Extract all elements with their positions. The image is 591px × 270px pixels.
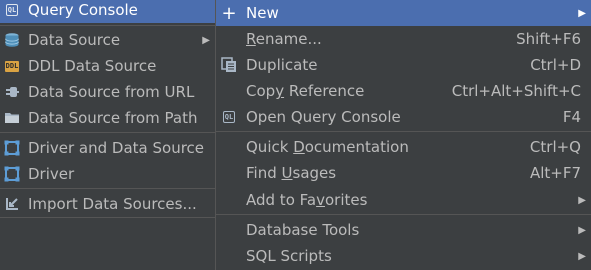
- menu-item-database-tools[interactable]: Database Tools ▶: [216, 217, 591, 243]
- menu-item-label: Find Usages: [246, 164, 337, 182]
- shortcut-label: Alt+F7: [529, 164, 581, 182]
- duplicate-icon: [219, 55, 239, 75]
- separator: [0, 25, 218, 26]
- database-icon: [2, 30, 22, 50]
- submenu-item-label: Driver: [28, 165, 75, 183]
- submenu-item-data-source-from-path[interactable]: Data Source from Path: [0, 105, 218, 131]
- submenu-item-label: Query Console: [28, 1, 138, 19]
- menu-item-sql-scripts[interactable]: SQL Scripts ▶: [216, 243, 591, 269]
- menu-item-duplicate[interactable]: Duplicate Ctrl+D: [216, 52, 591, 78]
- separator: [0, 132, 218, 133]
- submenu-item-label: Data Source from Path: [28, 109, 198, 127]
- shortcut-label: Ctrl+Q: [529, 138, 581, 156]
- separator: [216, 131, 591, 132]
- submenu-item-driver-and-data-source[interactable]: Driver and Data Source: [0, 135, 218, 161]
- menu-item-label: SQL Scripts: [246, 247, 332, 265]
- blank-icon: [219, 163, 239, 183]
- submenu-item-label: DDL Data Source: [28, 57, 157, 75]
- submenu-item-label: Import Data Sources...: [28, 195, 197, 213]
- menu-item-label: New: [246, 4, 279, 22]
- submenu-item-label: Data Source from URL: [28, 83, 195, 101]
- submenu-item-query-console[interactable]: QL Query Console: [0, 0, 218, 23]
- menu-item-label: Database Tools: [246, 221, 360, 239]
- menu-item-label: Duplicate: [246, 56, 318, 74]
- menu-item-label: Add to Favorites: [246, 191, 368, 209]
- submenu-item-driver[interactable]: Driver: [0, 161, 218, 187]
- chevron-right-icon: ▶: [578, 194, 586, 206]
- separator: [0, 188, 218, 189]
- query-console-icon: QL: [222, 111, 236, 123]
- submenu-item-data-source[interactable]: Data Source ▶: [0, 27, 218, 53]
- plus-icon: +: [221, 2, 237, 24]
- menu-item-new[interactable]: + New ▶: [216, 0, 591, 26]
- chevron-right-icon: ▶: [202, 34, 210, 46]
- chevron-right-icon: ▶: [578, 224, 586, 236]
- submenu-item-import-data-sources[interactable]: Import Data Sources...: [0, 191, 218, 217]
- folder-icon: [2, 108, 22, 128]
- blank-icon: [219, 29, 239, 49]
- blank-icon: [219, 246, 239, 266]
- submenu-item-label: Driver and Data Source: [28, 139, 205, 157]
- menu-item-rename[interactable]: Rename... Shift+F6: [216, 26, 591, 52]
- driver-icon: [2, 138, 22, 158]
- submenu-item-ddl-data-source[interactable]: DDL DDL Data Source: [0, 53, 218, 79]
- new-submenu: QL Query Console Data Source ▶ DDL DDL D…: [0, 0, 219, 218]
- query-console-icon: QL: [5, 4, 19, 16]
- menu-item-add-to-favorites[interactable]: Add to Favorites ▶: [216, 187, 591, 213]
- plug-icon: [2, 82, 22, 102]
- menu-item-label: Copy Reference: [246, 82, 365, 100]
- blank-icon: [219, 220, 239, 240]
- blank-icon: [219, 137, 239, 157]
- menu-screen: QL Query Console Data Source ▶ DDL DDL D…: [0, 0, 591, 270]
- menu-item-label: Open Query Console: [246, 108, 401, 126]
- chevron-right-icon: ▶: [578, 7, 586, 19]
- driver-icon: [2, 164, 22, 184]
- blank-icon: [219, 190, 239, 210]
- menu-item-quick-documentation[interactable]: Quick Documentation Ctrl+Q: [216, 134, 591, 160]
- shortcut-label: Shift+F6: [516, 30, 581, 48]
- import-icon: [2, 194, 22, 214]
- menu-item-open-query-console[interactable]: QL Open Query Console F4: [216, 104, 591, 130]
- context-menu: + New ▶ Rename... Shift+F6 Duplicate Ctr…: [215, 0, 591, 270]
- separator: [216, 214, 591, 215]
- submenu-item-data-source-from-url[interactable]: Data Source from URL: [0, 79, 218, 105]
- menu-item-label: Quick Documentation: [246, 138, 409, 156]
- shortcut-label: F4: [562, 108, 581, 126]
- ddl-icon: DDL: [4, 60, 20, 72]
- submenu-item-label: Data Source: [28, 31, 121, 49]
- shortcut-label: Ctrl+D: [530, 56, 581, 74]
- shortcut-label: Ctrl+Alt+Shift+C: [451, 82, 581, 100]
- chevron-right-icon: ▶: [578, 250, 586, 262]
- menu-item-copy-reference[interactable]: Copy Reference Ctrl+Alt+Shift+C: [216, 78, 591, 104]
- blank-icon: [219, 81, 239, 101]
- menu-item-label: Rename...: [246, 30, 322, 48]
- menu-item-find-usages[interactable]: Find Usages Alt+F7: [216, 160, 591, 186]
